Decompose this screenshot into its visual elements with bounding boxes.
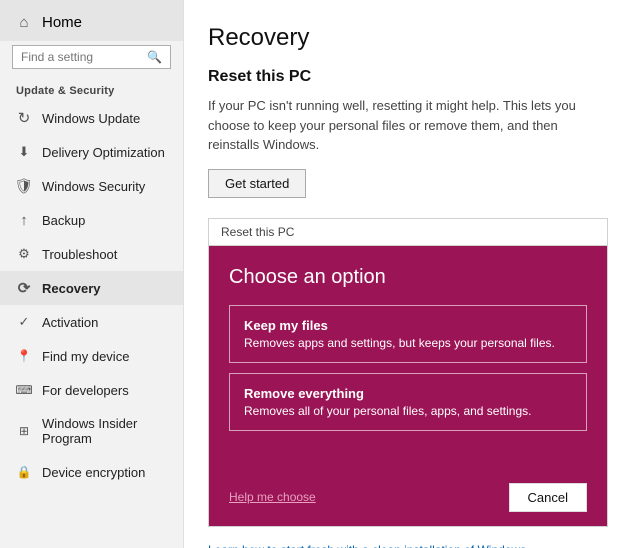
keep-files-option[interactable]: Keep my files Removes apps and settings,… [229,305,587,363]
search-icon: 🔍 [147,50,162,64]
sidebar-item-label: Windows Update [42,111,140,126]
remove-everything-desc: Removes all of your personal files, apps… [244,404,572,418]
sidebar-item-device-encryption[interactable]: 🔒 Device encryption [0,455,183,489]
search-input[interactable] [21,50,141,64]
reset-description: If your PC isn't running well, resetting… [208,96,608,155]
sidebar-section-title: Update & Security [0,79,183,101]
sidebar-item-activation[interactable]: ✓ Activation [0,305,183,339]
page-title: Recovery [208,24,608,52]
sidebar-item-windows-update[interactable]: ↻ Windows Update [0,101,183,135]
sidebar-item-label: Troubleshoot [42,247,117,262]
sidebar-item-label: For developers [42,383,129,398]
sidebar-item-for-developers[interactable]: ⌨ For developers [0,373,183,407]
sidebar: ⌂ Home 🔍 Update & Security ↻ Windows Upd… [0,0,184,548]
sidebar-item-home[interactable]: ⌂ Home [0,0,183,41]
sidebar-item-label: Find my device [42,349,129,364]
sidebar-item-label: Device encryption [42,465,145,480]
recovery-icon: ⟳ [16,280,32,296]
reset-panel: Reset this PC Choose an option Keep my f… [208,218,608,527]
sidebar-item-windows-insider[interactable]: ⊞ Windows Insider Program [0,407,183,455]
sidebar-item-label: Windows Security [42,179,145,194]
sidebar-item-label: Recovery [42,281,101,296]
sidebar-item-label: Backup [42,213,85,228]
device-encryption-icon: 🔒 [16,464,32,480]
choose-footer: Help me choose Cancel [209,471,607,526]
main-content: Recovery Reset this PC If your PC isn't … [184,0,632,548]
activation-icon: ✓ [16,314,32,330]
windows-insider-icon: ⊞ [16,423,32,439]
reset-panel-header: Reset this PC [209,219,607,246]
reset-section-title: Reset this PC [208,68,608,86]
sidebar-item-windows-security[interactable]: 🛡 Windows Security [0,169,183,203]
sidebar-home-label: Home [42,14,82,31]
windows-update-icon: ↻ [16,110,32,126]
backup-icon: ↑ [16,212,32,228]
get-started-button[interactable]: Get started [208,169,306,198]
windows-security-icon: 🛡 [16,178,32,194]
cancel-button[interactable]: Cancel [509,483,587,512]
clean-install-link[interactable]: Learn how to start fresh with a clean in… [208,543,608,548]
sidebar-item-troubleshoot[interactable]: ⚙ Troubleshoot [0,237,183,271]
for-developers-icon: ⌨ [16,382,32,398]
sidebar-item-find-my-device[interactable]: 📍 Find my device [0,339,183,373]
sidebar-item-label: Delivery Optimization [42,145,165,160]
search-box[interactable]: 🔍 [12,45,171,69]
keep-files-title: Keep my files [244,318,572,333]
delivery-optimization-icon: ⬇ [16,144,32,160]
sidebar-item-recovery[interactable]: ⟳ Recovery [0,271,183,305]
find-my-device-icon: 📍 [16,348,32,364]
home-icon: ⌂ [16,15,32,31]
sidebar-item-delivery-optimization[interactable]: ⬇ Delivery Optimization [0,135,183,169]
sidebar-item-label: Windows Insider Program [42,416,167,446]
choose-option-box: Choose an option Keep my files Removes a… [209,246,607,471]
remove-everything-option[interactable]: Remove everything Removes all of your pe… [229,373,587,431]
help-me-choose-link[interactable]: Help me choose [229,490,316,504]
keep-files-desc: Removes apps and settings, but keeps you… [244,336,572,350]
choose-title: Choose an option [229,266,587,289]
troubleshoot-icon: ⚙ [16,246,32,262]
sidebar-item-backup[interactable]: ↑ Backup [0,203,183,237]
sidebar-item-label: Activation [42,315,98,330]
remove-everything-title: Remove everything [244,386,572,401]
